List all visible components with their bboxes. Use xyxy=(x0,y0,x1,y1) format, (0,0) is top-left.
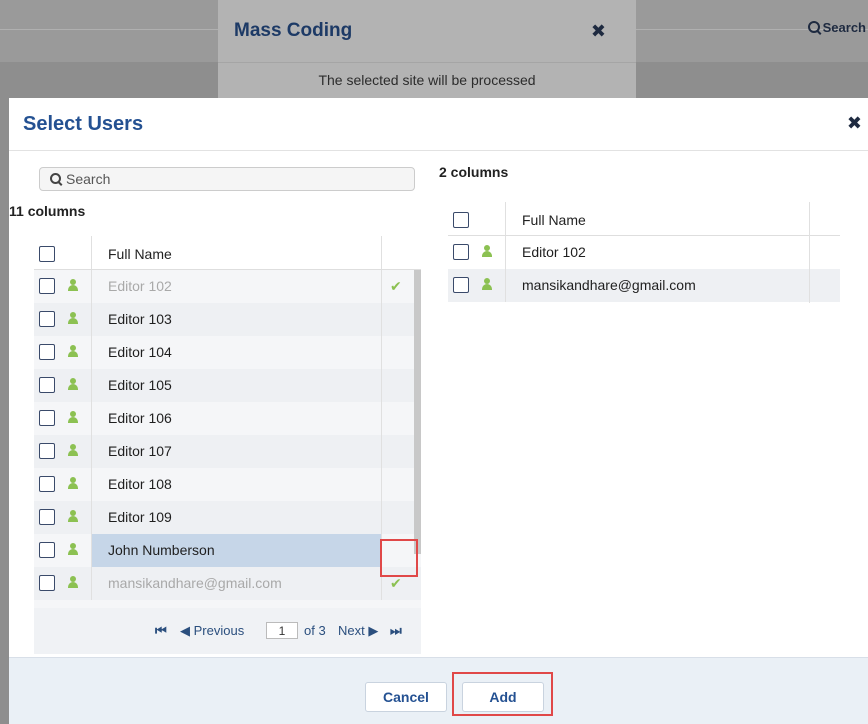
user-full-name: Editor 108 xyxy=(108,476,172,492)
user-full-name: Editor 104 xyxy=(108,344,172,360)
user-icon xyxy=(68,345,78,357)
user-icon xyxy=(68,279,78,291)
grid-header: Full Name xyxy=(34,236,421,270)
available-count: 11 columns xyxy=(9,203,86,219)
search-icon xyxy=(807,21,820,33)
mass-coding-title: Mass Coding xyxy=(234,20,353,41)
next-label: Next xyxy=(338,623,365,638)
search-input[interactable] xyxy=(66,170,406,188)
pager: ⏮ ◀ Previous of 3 Next ▶ ⏭ xyxy=(34,608,421,654)
search-icon xyxy=(50,173,61,184)
user-icon xyxy=(68,411,78,423)
page-number-input[interactable] xyxy=(266,622,298,639)
row-checkbox[interactable] xyxy=(39,410,55,426)
select-all-checkbox[interactable] xyxy=(39,246,55,262)
column-header-full-name[interactable]: Full Name xyxy=(522,212,586,228)
previous-page-link[interactable]: ◀ Previous xyxy=(180,623,244,639)
user-icon xyxy=(482,245,492,257)
row-checkbox[interactable] xyxy=(39,542,55,558)
page-count: of 3 xyxy=(304,623,326,638)
available-user-row[interactable]: Editor 108 xyxy=(34,468,421,501)
user-full-name: Editor 106 xyxy=(108,410,172,426)
user-icon xyxy=(68,510,78,522)
select-users-dialog: Select Users ✖ 11 columns 2 columns Full… xyxy=(9,98,868,724)
selected-user-row[interactable]: mansikandhare@gmail.com xyxy=(448,269,840,302)
user-full-name: John Numberson xyxy=(108,542,215,558)
available-user-row[interactable]: Editor 104 xyxy=(34,336,421,369)
available-user-row[interactable]: Editor 107 xyxy=(34,435,421,468)
mass-coding-dialog: Mass Coding ✖ The selected site will be … xyxy=(218,0,636,98)
user-icon xyxy=(68,444,78,456)
row-checkbox[interactable] xyxy=(39,377,55,393)
selected-users-grid: Full Name Editor 102 mansikandhare@gmail.… xyxy=(448,202,840,303)
previous-label: Previous xyxy=(193,623,245,638)
user-full-name: mansikandhare@gmail.com xyxy=(108,575,282,591)
user-full-name: Editor 102 xyxy=(108,278,172,294)
available-user-row[interactable]: mansikandhare@gmail.com ✔ xyxy=(34,567,421,600)
available-users-grid: Full Name Editor 102 ✔ Editor 103 Editor 10… xyxy=(34,236,434,715)
background-search-label: Search xyxy=(822,20,866,35)
close-icon[interactable]: ✖ xyxy=(591,21,606,42)
dialog-header: Select Users ✖ xyxy=(9,98,868,151)
row-checkbox[interactable] xyxy=(39,509,55,525)
background-search: Search xyxy=(807,20,866,35)
row-checkbox[interactable] xyxy=(39,476,55,492)
available-user-row[interactable]: Editor 106 xyxy=(34,402,421,435)
row-checkbox[interactable] xyxy=(39,443,55,459)
user-icon xyxy=(68,477,78,489)
user-icon xyxy=(68,576,78,588)
column-header-full-name[interactable]: Full Name xyxy=(108,246,172,262)
user-full-name: Editor 105 xyxy=(108,377,172,393)
user-icon xyxy=(68,312,78,324)
user-icon xyxy=(68,543,78,555)
user-full-name: Editor 102 xyxy=(522,244,586,260)
row-checkbox[interactable] xyxy=(39,278,55,294)
user-icon xyxy=(68,378,78,390)
close-icon[interactable]: ✖ xyxy=(847,113,862,134)
dialog-footer: Cancel Add xyxy=(9,657,868,724)
row-checkbox[interactable] xyxy=(453,244,469,260)
user-full-name: Editor 109 xyxy=(108,509,172,525)
row-checkbox[interactable] xyxy=(453,277,469,293)
available-user-row[interactable]: Editor 102 ✔ xyxy=(34,270,421,303)
row-checkbox[interactable] xyxy=(39,311,55,327)
search-box[interactable] xyxy=(39,167,415,191)
select-all-selected-checkbox[interactable] xyxy=(453,212,469,228)
scrollbar[interactable] xyxy=(414,270,421,554)
next-page-link[interactable]: Next ▶ xyxy=(338,623,378,639)
user-full-name: Editor 107 xyxy=(108,443,172,459)
available-user-row[interactable]: John Numberson xyxy=(34,534,421,567)
add-button-callout xyxy=(452,672,553,716)
added-check-icon: ✔ xyxy=(390,575,402,591)
dialog-title: Select Users xyxy=(23,113,144,135)
available-user-row[interactable]: Editor 103 xyxy=(34,303,421,336)
cancel-button[interactable]: Cancel xyxy=(365,682,447,712)
add-user-callout xyxy=(380,539,418,577)
available-user-row[interactable]: Editor 105 xyxy=(34,369,421,402)
user-full-name: mansikandhare@gmail.com xyxy=(522,277,696,293)
available-user-row[interactable]: Editor 109 xyxy=(34,501,421,534)
mass-coding-message: The selected site will be processed xyxy=(318,72,536,88)
mass-coding-header: Mass Coding ✖ xyxy=(218,0,636,63)
selected-count: 2 columns xyxy=(439,164,509,180)
user-full-name: Editor 103 xyxy=(108,311,172,327)
selected-grid-header: Full Name xyxy=(448,202,840,236)
first-page-icon[interactable]: ⏮ xyxy=(155,623,167,639)
last-page-icon[interactable]: ⏭ xyxy=(390,623,402,639)
row-checkbox[interactable] xyxy=(39,344,55,360)
user-icon xyxy=(482,278,492,290)
selected-user-row[interactable]: Editor 102 xyxy=(448,236,840,269)
row-checkbox[interactable] xyxy=(39,575,55,591)
added-check-icon: ✔ xyxy=(390,278,402,294)
